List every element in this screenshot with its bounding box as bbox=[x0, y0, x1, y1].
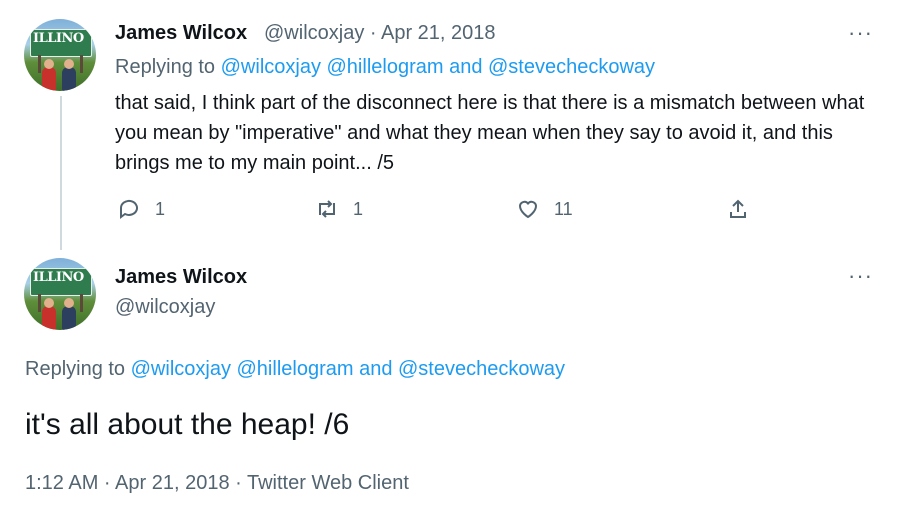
avatar-sign: ILLINO bbox=[30, 29, 92, 57]
reply-count: 1 bbox=[155, 198, 166, 219]
like-count: 11 bbox=[554, 198, 573, 219]
share-icon bbox=[730, 199, 746, 218]
timestamp[interactable]: 1:12 AM · Apr 21, 2018 · Twitter Web Cli… bbox=[25, 472, 409, 495]
retweet-button[interactable]: 1 bbox=[315, 197, 363, 221]
reply-icon bbox=[119, 199, 138, 219]
share-button[interactable] bbox=[726, 197, 750, 221]
more-icon[interactable]: ··· bbox=[848, 263, 873, 289]
replying-prefix: Replying to bbox=[25, 358, 126, 380]
thread-line bbox=[60, 96, 62, 250]
author-name[interactable]: James Wilcox bbox=[115, 22, 247, 45]
replying-prefix: Replying to bbox=[115, 56, 216, 78]
replying-links[interactable]: @wilcoxjay @hillelogram and @stevechecko… bbox=[221, 56, 655, 78]
avatar-sign: ILLINO bbox=[30, 268, 92, 296]
replying-to: Replying to @wilcoxjay @hillelogram and … bbox=[115, 56, 655, 79]
tweet-text: that said, I think part of the disconnec… bbox=[115, 92, 865, 174]
like-button[interactable]: 11 bbox=[516, 197, 573, 221]
avatar[interactable]: ILLINO bbox=[24, 258, 96, 330]
avatar[interactable]: ILLINO bbox=[24, 19, 96, 91]
heart-icon bbox=[518, 200, 538, 219]
author-name[interactable]: James Wilcox bbox=[115, 266, 247, 289]
replying-to: Replying to @wilcoxjay @hillelogram and … bbox=[25, 358, 565, 381]
tweet-text: it's all about the heap! /6 bbox=[25, 408, 350, 441]
more-icon[interactable]: ··· bbox=[848, 20, 873, 46]
retweet-count: 1 bbox=[353, 198, 364, 219]
replying-links[interactable]: @wilcoxjay @hillelogram and @stevechecko… bbox=[131, 358, 565, 380]
retweet-icon bbox=[319, 200, 335, 218]
handle-and-date[interactable]: @wilcoxjay · Apr 21, 2018 bbox=[264, 22, 496, 45]
author-handle[interactable]: @wilcoxjay bbox=[115, 296, 215, 319]
reply-button[interactable]: 1 bbox=[117, 197, 165, 221]
